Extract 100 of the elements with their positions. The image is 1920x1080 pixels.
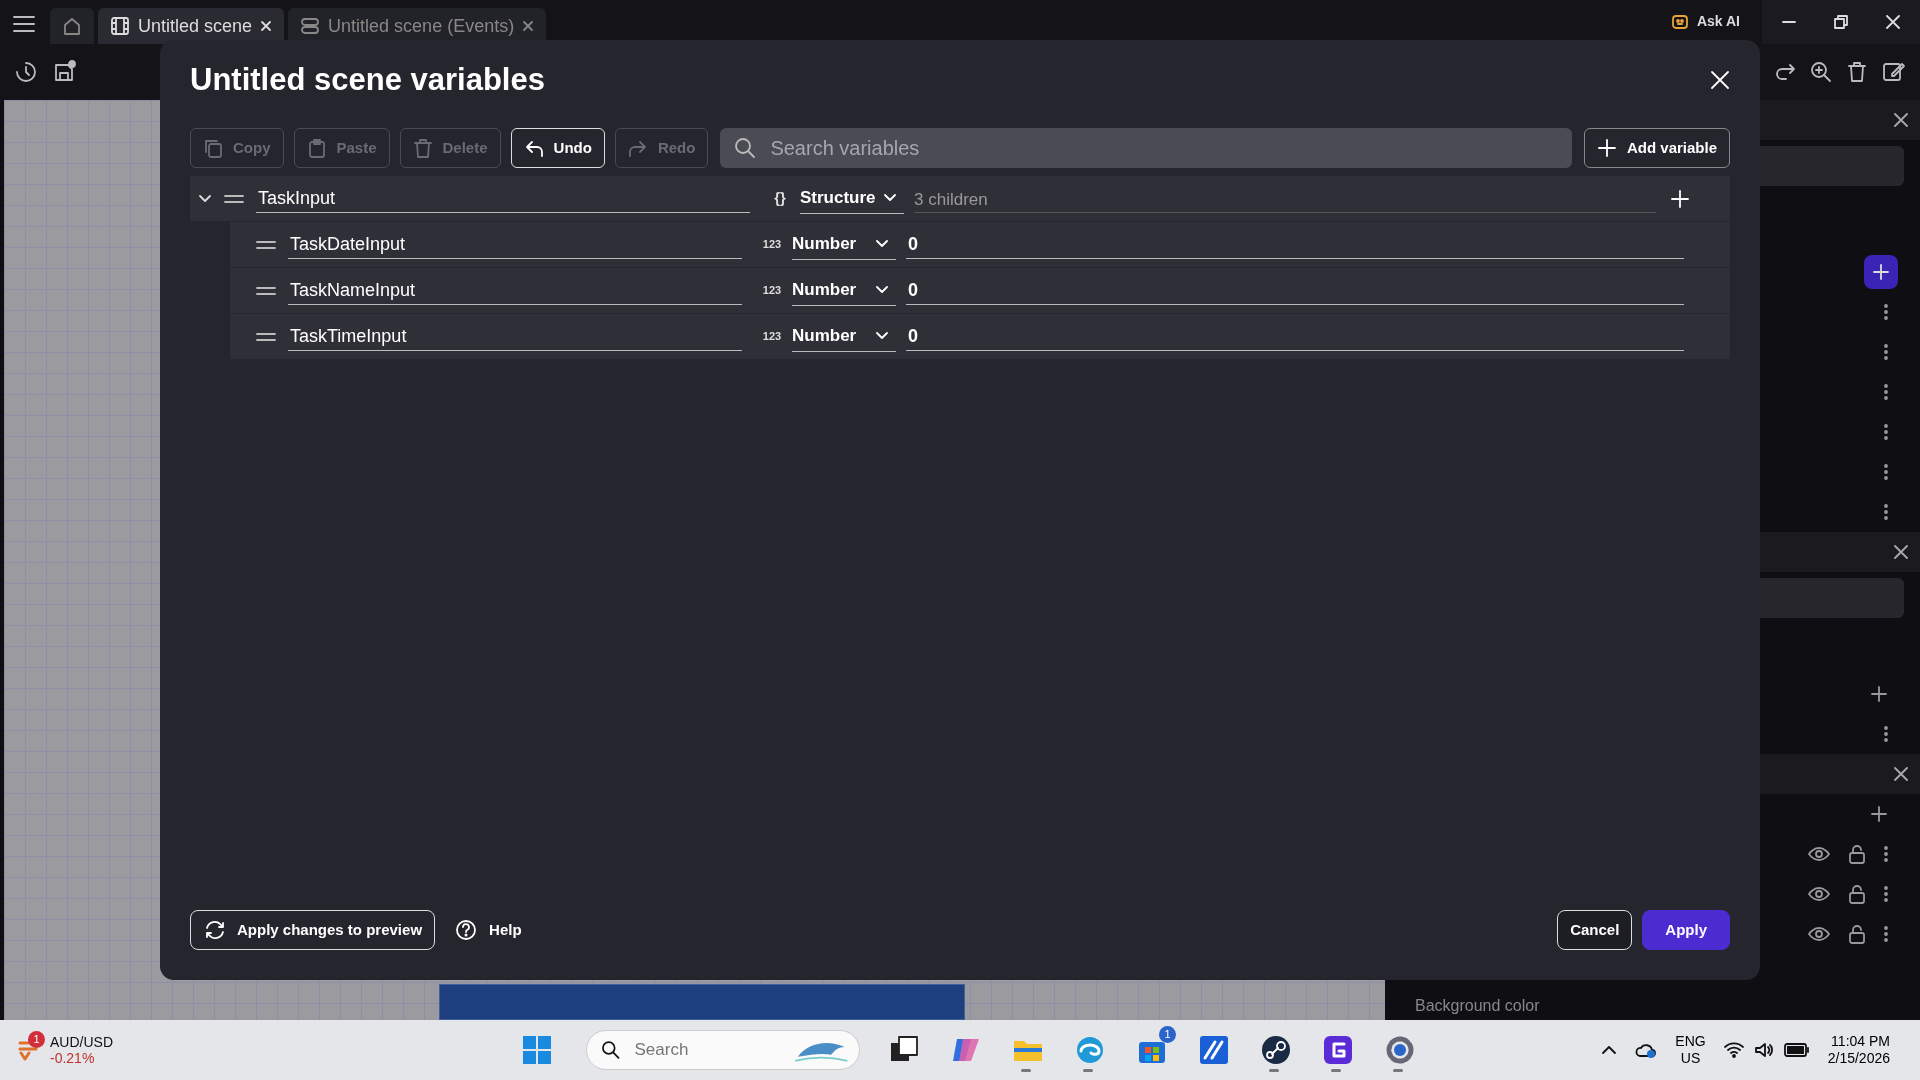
drag-handle-icon[interactable] [224, 194, 244, 203]
value-field[interactable]: 0 [906, 276, 1684, 305]
variable-row[interactable]: TaskNameInput 123 Number 0 [230, 268, 1730, 314]
eye-icon[interactable] [1808, 846, 1830, 862]
restore-icon[interactable] [1834, 15, 1848, 29]
running-indicator [1021, 1069, 1031, 1072]
more-icon[interactable] [1884, 384, 1888, 400]
variable-row[interactable]: TaskTimeInput 123 Number 0 [230, 314, 1730, 360]
notification-badge: 1 [1159, 1026, 1176, 1043]
close-icon[interactable] [1894, 545, 1908, 559]
search-icon [734, 137, 757, 159]
menu-icon[interactable] [12, 14, 36, 34]
more-icon[interactable] [1884, 464, 1888, 480]
chevron-up-icon[interactable] [1601, 1045, 1618, 1055]
copy-icon [203, 137, 223, 159]
search-input[interactable]: Search [632, 1036, 783, 1064]
value-field[interactable]: 0 [906, 230, 1684, 259]
caret-icon [876, 332, 888, 340]
wifi-icon[interactable] [1723, 1042, 1744, 1058]
drag-handle-icon[interactable] [256, 332, 276, 341]
name-field[interactable]: TaskNameInput [288, 276, 742, 305]
more-icon[interactable] [1884, 886, 1888, 902]
running-indicator [1269, 1069, 1279, 1072]
clipboard-icon [306, 137, 327, 159]
taskbar-search-field[interactable]: Search [586, 1030, 860, 1070]
letter-tile-icon [1321, 1033, 1355, 1067]
search-icon [601, 1040, 621, 1060]
children-count: 3 children [914, 184, 1656, 213]
plus-icon[interactable] [1870, 805, 1888, 823]
type-dropdown[interactable]: Structure [800, 183, 904, 214]
close-icon[interactable] [260, 20, 273, 32]
variable-row[interactable]: TaskDateInput 123 Number 0 [230, 222, 1730, 268]
taskbar-app[interactable]: 1 [1128, 1028, 1176, 1072]
close-icon[interactable] [1894, 767, 1908, 781]
drag-handle-icon[interactable] [256, 286, 276, 295]
type-icon: 123 [760, 236, 784, 253]
name-field[interactable]: TaskDateInput [288, 230, 742, 259]
more-icon[interactable] [1884, 926, 1888, 942]
stack-icon [300, 16, 321, 36]
editor-tab[interactable]: Untitled scene [98, 8, 285, 44]
ask-ai-button[interactable]: Ask AI [1670, 11, 1740, 32]
toolbar-button[interactable]: Undo [510, 128, 605, 168]
caret-icon [884, 194, 896, 202]
apply-preview-button[interactable]: Apply changes to preview [190, 910, 436, 950]
zoom-icon[interactable] [1810, 61, 1832, 83]
redo-icon[interactable] [1774, 61, 1796, 83]
unlock-icon[interactable] [1848, 884, 1866, 904]
variable-row[interactable]: TaskInput {} Structure 3 children [190, 176, 1730, 222]
more-icon[interactable] [1884, 344, 1888, 360]
eye-icon[interactable] [1808, 886, 1830, 902]
cancel-button[interactable]: Cancel [1557, 910, 1633, 950]
caret-icon [876, 240, 888, 248]
more-icon[interactable] [1884, 846, 1888, 862]
edit-icon[interactable] [1882, 60, 1906, 84]
search-input[interactable]: Search variables [768, 132, 1558, 164]
save-icon[interactable] [52, 60, 76, 84]
search-field[interactable]: Search variables [720, 128, 1572, 168]
name-field[interactable]: TaskTimeInput [288, 322, 742, 351]
running-indicator [1393, 1069, 1403, 1072]
language-indicator[interactable]: ENG US [1675, 1033, 1706, 1067]
more-icon[interactable] [1884, 726, 1888, 742]
more-icon[interactable] [1884, 424, 1888, 440]
running-indicator [1331, 1069, 1341, 1072]
trash-icon[interactable] [1846, 61, 1868, 83]
add-button[interactable] [1864, 255, 1898, 289]
home-tab[interactable] [50, 8, 94, 44]
help-link[interactable]: Help [455, 918, 522, 942]
clock[interactable]: 11:04 PM 2/15/2026 [1827, 1032, 1890, 1068]
plus-icon [1872, 263, 1890, 281]
close-icon[interactable] [1894, 113, 1908, 127]
start-icon[interactable] [522, 1035, 552, 1065]
drag-handle-icon[interactable] [256, 240, 276, 249]
type-dropdown[interactable]: Number [792, 275, 896, 306]
plus-icon [1596, 138, 1617, 158]
ticker-symbol: AUD/USD [50, 1033, 113, 1050]
type-dropdown[interactable]: Number [792, 321, 896, 352]
eye-icon[interactable] [1808, 926, 1830, 942]
tile-icon [1197, 1033, 1231, 1067]
more-icon[interactable] [1884, 504, 1888, 520]
home-icon [62, 16, 82, 36]
cloud-icon[interactable] [1635, 1041, 1658, 1059]
name-field[interactable]: TaskInput [256, 184, 750, 213]
unlock-icon[interactable] [1848, 924, 1866, 944]
type-icon: 123 [760, 328, 784, 345]
type-icon: {} [768, 187, 792, 210]
help-icon [455, 919, 478, 941]
add-variable-button[interactable]: Add variable [1583, 128, 1730, 168]
apply-button[interactable]: Apply [1642, 910, 1730, 950]
running-indicator [1083, 1069, 1093, 1072]
plus-icon[interactable] [1870, 685, 1888, 703]
unlock-icon[interactable] [1848, 844, 1866, 864]
more-icon[interactable] [1884, 304, 1888, 320]
ticker-change: -0.21% [50, 1050, 96, 1067]
battery-icon[interactable] [1783, 1043, 1810, 1057]
history-icon[interactable] [14, 60, 38, 84]
type-dropdown[interactable]: Number [792, 229, 896, 260]
notification-badge: 1 [28, 1031, 45, 1048]
value-field[interactable]: 0 [906, 322, 1684, 351]
volume-icon[interactable] [1753, 1042, 1774, 1058]
caret-icon[interactable] [198, 193, 212, 204]
